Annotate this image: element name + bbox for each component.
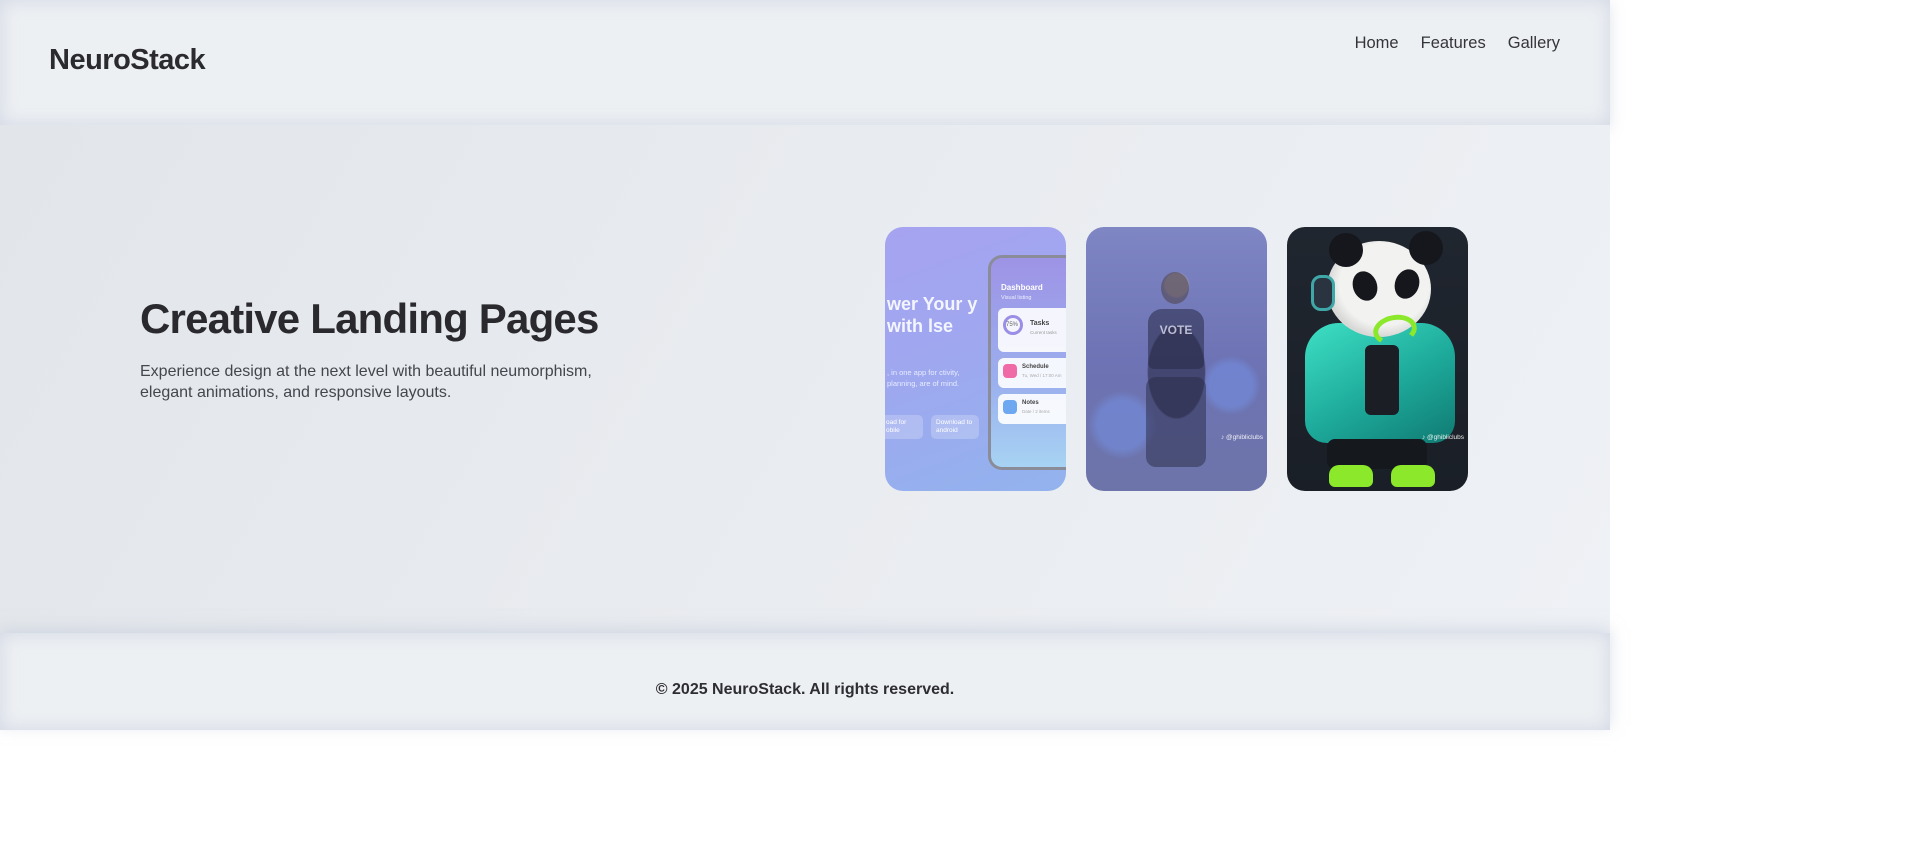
person-shirt: VOTE — [1148, 309, 1204, 369]
schedule-title: Schedule — [1022, 364, 1049, 370]
headphones-icon — [1311, 275, 1335, 311]
hero-subtitle: Experience design at the next level with… — [140, 363, 592, 401]
hero-section: Creative Landing Pages Experience design… — [0, 125, 1610, 633]
nav-features-link[interactable]: Features — [1421, 34, 1486, 53]
gallery-card-photo[interactable]: VOTE ♪ @ghibliclubs — [1086, 227, 1267, 491]
panda-ear-right — [1409, 231, 1443, 265]
app-card-headline: wer Your y with lse — [887, 294, 978, 336]
phone-dashboard-title: Dashboard — [1001, 283, 1043, 292]
app-card-android-button: Download to android — [931, 415, 979, 439]
site-footer: © 2025 NeuroStack. All rights reserved. — [0, 633, 1610, 730]
panda-shirt — [1365, 345, 1399, 415]
tasks-percent: 75% — [1006, 322, 1019, 328]
landing-page: NeuroStack Home Features Gallery Creativ… — [0, 0, 1610, 730]
brand-logo[interactable]: NeuroStack — [49, 44, 206, 77]
panda-ear-left — [1329, 233, 1363, 267]
app-card-ios-button: oad for obile — [885, 415, 923, 439]
gallery-card-app-mockup[interactable]: wer Your y with lse , in one app for cti… — [885, 227, 1066, 491]
person-legs — [1146, 377, 1206, 467]
notes-title: Notes — [1022, 400, 1039, 406]
calendar-icon — [1003, 364, 1017, 378]
tasks-widget: 75% Tasks Current tasks — [998, 308, 1066, 352]
copyright-text: © 2025 NeuroStack. All rights reserved. — [655, 681, 955, 698]
nav-home-link[interactable]: Home — [1355, 34, 1399, 53]
person-head — [1161, 272, 1189, 304]
tasks-title: Tasks — [1030, 320, 1050, 327]
gallery-cards: wer Your y with lse , in one app for cti… — [885, 227, 1468, 491]
phone-dashboard-subtitle: Visual listing — [1001, 295, 1032, 301]
notes-icon — [1003, 400, 1017, 414]
panda-watermark: ♪ @ghibliclubs — [1421, 434, 1464, 441]
panda-shoe-right — [1391, 465, 1435, 487]
phone-screen: Dashboard Visual listing 75% Tasks Curre… — [991, 258, 1066, 467]
schedule-meta: Tu, Wed / 17:00 Am — [1022, 373, 1062, 378]
app-card-blurb: , in one app for ctivity, planning, are … — [887, 368, 960, 388]
tasks-subtitle: Current tasks — [1030, 330, 1057, 335]
nav-gallery-link[interactable]: Gallery — [1508, 34, 1560, 53]
schedule-widget: Schedule Tu, Wed / 17:00 Am — [998, 358, 1066, 388]
panda-shoe-left — [1329, 465, 1373, 487]
hero-title: Creative Landing Pages — [140, 295, 599, 342]
photo-watermark: ♪ @ghibliclubs — [1220, 434, 1263, 441]
notes-widget: Notes Date / 2 items — [998, 394, 1066, 424]
main-nav: Home Features Gallery — [1355, 34, 1560, 53]
site-header: NeuroStack Home Features Gallery — [0, 0, 1610, 125]
phone-mockup: Dashboard Visual listing 75% Tasks Curre… — [988, 255, 1066, 470]
notes-meta: Date / 2 items — [1022, 409, 1050, 414]
gallery-card-panda[interactable]: ♪ @ghibliclubs — [1287, 227, 1468, 491]
